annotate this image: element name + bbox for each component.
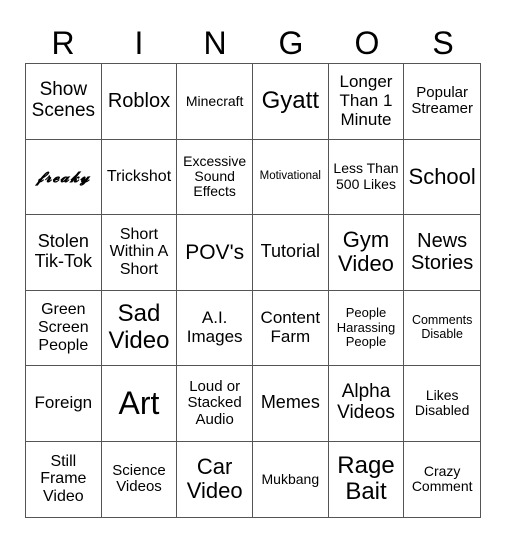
bingo-cell[interactable]: Stolen Tik-Tok [26,215,102,291]
bingo-cell[interactable]: Short Within A Short [101,215,178,291]
bingo-cell[interactable]: Less Than 500 Likes [328,139,405,215]
bingo-cell[interactable]: Tutorial [252,215,329,291]
bingo-cell[interactable]: Gyatt [252,64,329,140]
header-letter-g: G [278,25,304,61]
header-letter-i: I [134,25,144,61]
bingo-grid: Show Scenes Roblox Minecraft Gyatt Longe… [25,63,481,518]
bingo-cell[interactable]: Trickshot [101,139,178,215]
bingo-cell[interactable]: Mukbang [253,441,329,517]
bingo-cell[interactable]: News Stories [404,215,480,291]
bingo-cell[interactable]: People Harassing People [328,290,405,366]
bingo-cell[interactable]: Content Farm [252,290,329,366]
header-letter-r: R [51,25,75,61]
bingo-cell[interactable]: Loud or Stacked Audio [177,366,253,442]
bingo-header: R I N G O S [25,22,481,64]
bingo-cell[interactable]: Science Videos [102,441,178,517]
bingo-cell[interactable]: Likes Disabled [404,366,480,442]
bingo-cell[interactable]: Popular Streamer [404,64,480,140]
bingo-cell[interactable]: 𝓯𝓻𝓮𝓪𝓴𝔂 [26,139,102,215]
bingo-cell[interactable]: Comments Disable [404,291,480,366]
bingo-cell[interactable]: Green Screen People [26,290,102,366]
bingo-cell[interactable]: Rage Bait [329,441,405,517]
bingo-cell[interactable]: Show Scenes [26,64,102,140]
header-letter-s: S [432,25,454,61]
bingo-cell[interactable]: POV's [177,215,253,291]
bingo-cell[interactable]: Alpha Videos [328,366,405,442]
header-letter-o: O [354,25,380,61]
bingo-cell[interactable]: Crazy Comment [404,442,480,518]
bingo-cell[interactable]: Car Video [177,441,253,517]
bingo-cell[interactable]: Gym Video [328,215,405,291]
bingo-cell[interactable]: Foreign [26,366,102,442]
bingo-cell[interactable]: School [404,140,480,215]
bingo-cell[interactable]: Excessive Sound Effects [177,139,253,215]
bingo-cell[interactable]: A.I. Images [177,290,253,366]
bingo-cell[interactable]: Minecraft [177,64,253,140]
bingo-cell[interactable]: Sad Video [101,290,178,366]
header-letter-n: N [203,25,227,61]
bingo-cell[interactable]: Still Frame Video [26,441,102,517]
bingo-cell[interactable]: Memes [252,366,329,442]
bingo-cell[interactable]: Roblox [101,64,178,140]
bingo-cell[interactable]: Longer Than 1 Minute [328,64,405,140]
bingo-cell[interactable]: Motivational [252,139,329,215]
bingo-cell[interactable]: Art [101,366,178,442]
